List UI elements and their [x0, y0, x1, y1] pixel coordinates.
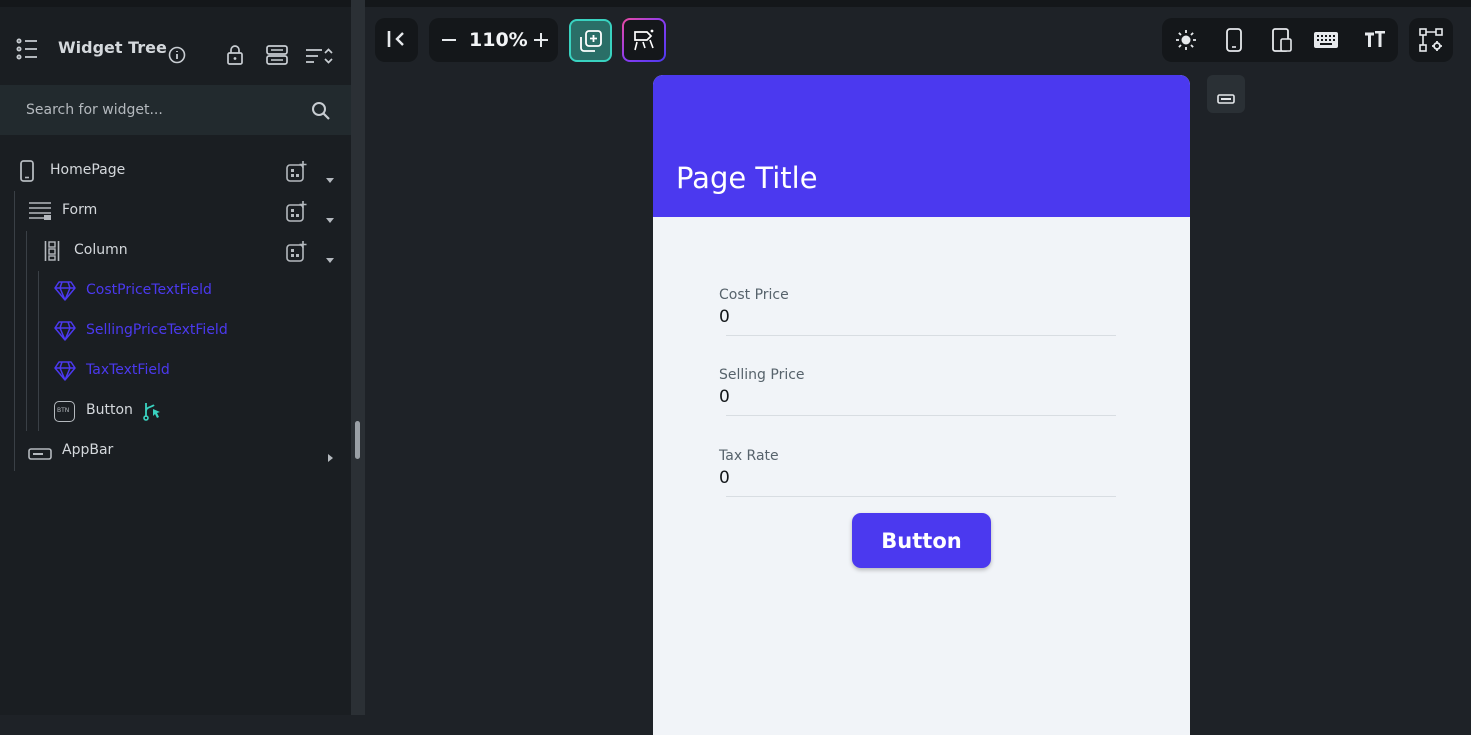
add-child-widget-icon[interactable]: [286, 200, 308, 226]
tree-item-label: AppBar: [62, 442, 114, 458]
tree-item-label: SellingPriceTextField: [86, 322, 228, 338]
tree-item-costpricetextfield[interactable]: CostPriceTextField: [0, 271, 351, 311]
layers-stack-icon[interactable]: [266, 45, 288, 69]
tree-item-button[interactable]: BTN Button: [0, 391, 351, 431]
field-label: Cost Price: [719, 287, 789, 303]
field-value[interactable]: 0: [719, 387, 730, 407]
widget-tree-panel: Widget Tree HomePage: [0, 0, 351, 715]
tree-item-appbar[interactable]: AppBar: [0, 431, 351, 471]
component-gem-icon: [54, 321, 76, 345]
action-flow-icon[interactable]: [142, 401, 162, 425]
canvas-settings-button[interactable]: [1409, 18, 1453, 62]
page-title: Page Title: [676, 161, 818, 195]
field-underline: [726, 496, 1116, 497]
tree-item-label: Column: [74, 242, 128, 258]
tree-item-sellingpricetextfield[interactable]: SellingPriceTextField: [0, 311, 351, 351]
keyboard-icon[interactable]: [1314, 32, 1338, 52]
widget-search-bar: [0, 85, 351, 135]
light-mode-icon[interactable]: [1175, 29, 1197, 55]
lock-icon[interactable]: [226, 44, 244, 70]
copy-add-icon: [580, 30, 602, 56]
field-value[interactable]: 0: [719, 307, 730, 327]
magic-wand-icon: [633, 28, 655, 56]
zoom-out-button[interactable]: [439, 30, 459, 50]
device-preview-frame[interactable]: Page Title Cost Price 0 Selling Price 0 …: [653, 75, 1190, 735]
add-child-widget-icon[interactable]: [286, 240, 308, 266]
zoom-in-button[interactable]: [531, 30, 551, 50]
search-icon[interactable]: [311, 101, 331, 125]
selling-price-text-field[interactable]: Selling Price 0: [719, 367, 1117, 427]
tree-item-form[interactable]: Form: [0, 191, 351, 231]
add-widget-button[interactable]: [569, 19, 612, 62]
tree-item-label: CostPriceTextField: [86, 282, 212, 298]
button-btn-icon: BTN: [54, 401, 75, 422]
form-icon: [28, 201, 52, 225]
add-child-widget-icon[interactable]: [286, 160, 308, 186]
widget-search-input[interactable]: [14, 85, 294, 135]
text-scale-icon[interactable]: [1364, 30, 1386, 53]
tablet-device-icon[interactable]: [1272, 28, 1292, 56]
component-gem-icon: [54, 281, 76, 305]
appbar-icon: [28, 445, 52, 464]
zoom-control: 110%: [429, 18, 558, 62]
zoom-level: 110%: [469, 29, 528, 51]
list-tree-icon[interactable]: [15, 38, 39, 64]
field-label: Selling Price: [719, 367, 805, 383]
preview-button[interactable]: Button: [852, 513, 991, 568]
tree-item-label: TaxTextField: [86, 362, 170, 378]
collapse-panel-button[interactable]: [375, 18, 418, 62]
resize-handle[interactable]: [355, 421, 360, 459]
widget-tree-header: Widget Tree: [0, 7, 351, 85]
caret-down-icon[interactable]: [326, 168, 334, 187]
ai-gen-button[interactable]: [622, 18, 666, 62]
field-underline: [726, 335, 1116, 336]
collapse-left-icon: [387, 30, 407, 52]
tree-item-label: HomePage: [50, 162, 126, 178]
preview-options-toolbar: [1162, 18, 1398, 62]
caret-right-icon[interactable]: [328, 447, 333, 466]
column-icon: [44, 240, 60, 266]
tree-item-taxtextfield[interactable]: TaxTextField: [0, 351, 351, 391]
component-gem-icon: [54, 361, 76, 385]
field-underline: [726, 415, 1116, 416]
tax-rate-text-field[interactable]: Tax Rate 0: [719, 448, 1117, 508]
appbar-icon: [1217, 89, 1235, 108]
field-value[interactable]: 0: [719, 468, 730, 488]
tree-item-label: Form: [62, 202, 98, 218]
caret-down-icon[interactable]: [326, 208, 334, 227]
appbar-toggle-chip[interactable]: [1207, 75, 1245, 113]
tree-item-homepage[interactable]: HomePage: [0, 151, 351, 191]
phone-icon: [20, 160, 34, 186]
phone-device-icon[interactable]: [1226, 28, 1242, 56]
field-label: Tax Rate: [719, 448, 779, 464]
app-bar[interactable]: Page Title: [653, 75, 1190, 217]
caret-down-icon[interactable]: [326, 248, 334, 267]
ai-gen-button-inner: [624, 20, 664, 60]
btn-icon-text: BTN: [57, 407, 70, 414]
sort-collapse-icon[interactable]: [305, 47, 333, 69]
tree-item-label: Button: [86, 402, 133, 418]
settings-nodes-icon: [1419, 28, 1443, 56]
panel-resize-divider[interactable]: [351, 0, 365, 715]
widget-tree-title: Widget Tree: [58, 38, 167, 57]
cost-price-text-field[interactable]: Cost Price 0: [719, 287, 1117, 347]
info-icon[interactable]: [168, 46, 186, 68]
tree-item-column[interactable]: Column: [0, 231, 351, 271]
